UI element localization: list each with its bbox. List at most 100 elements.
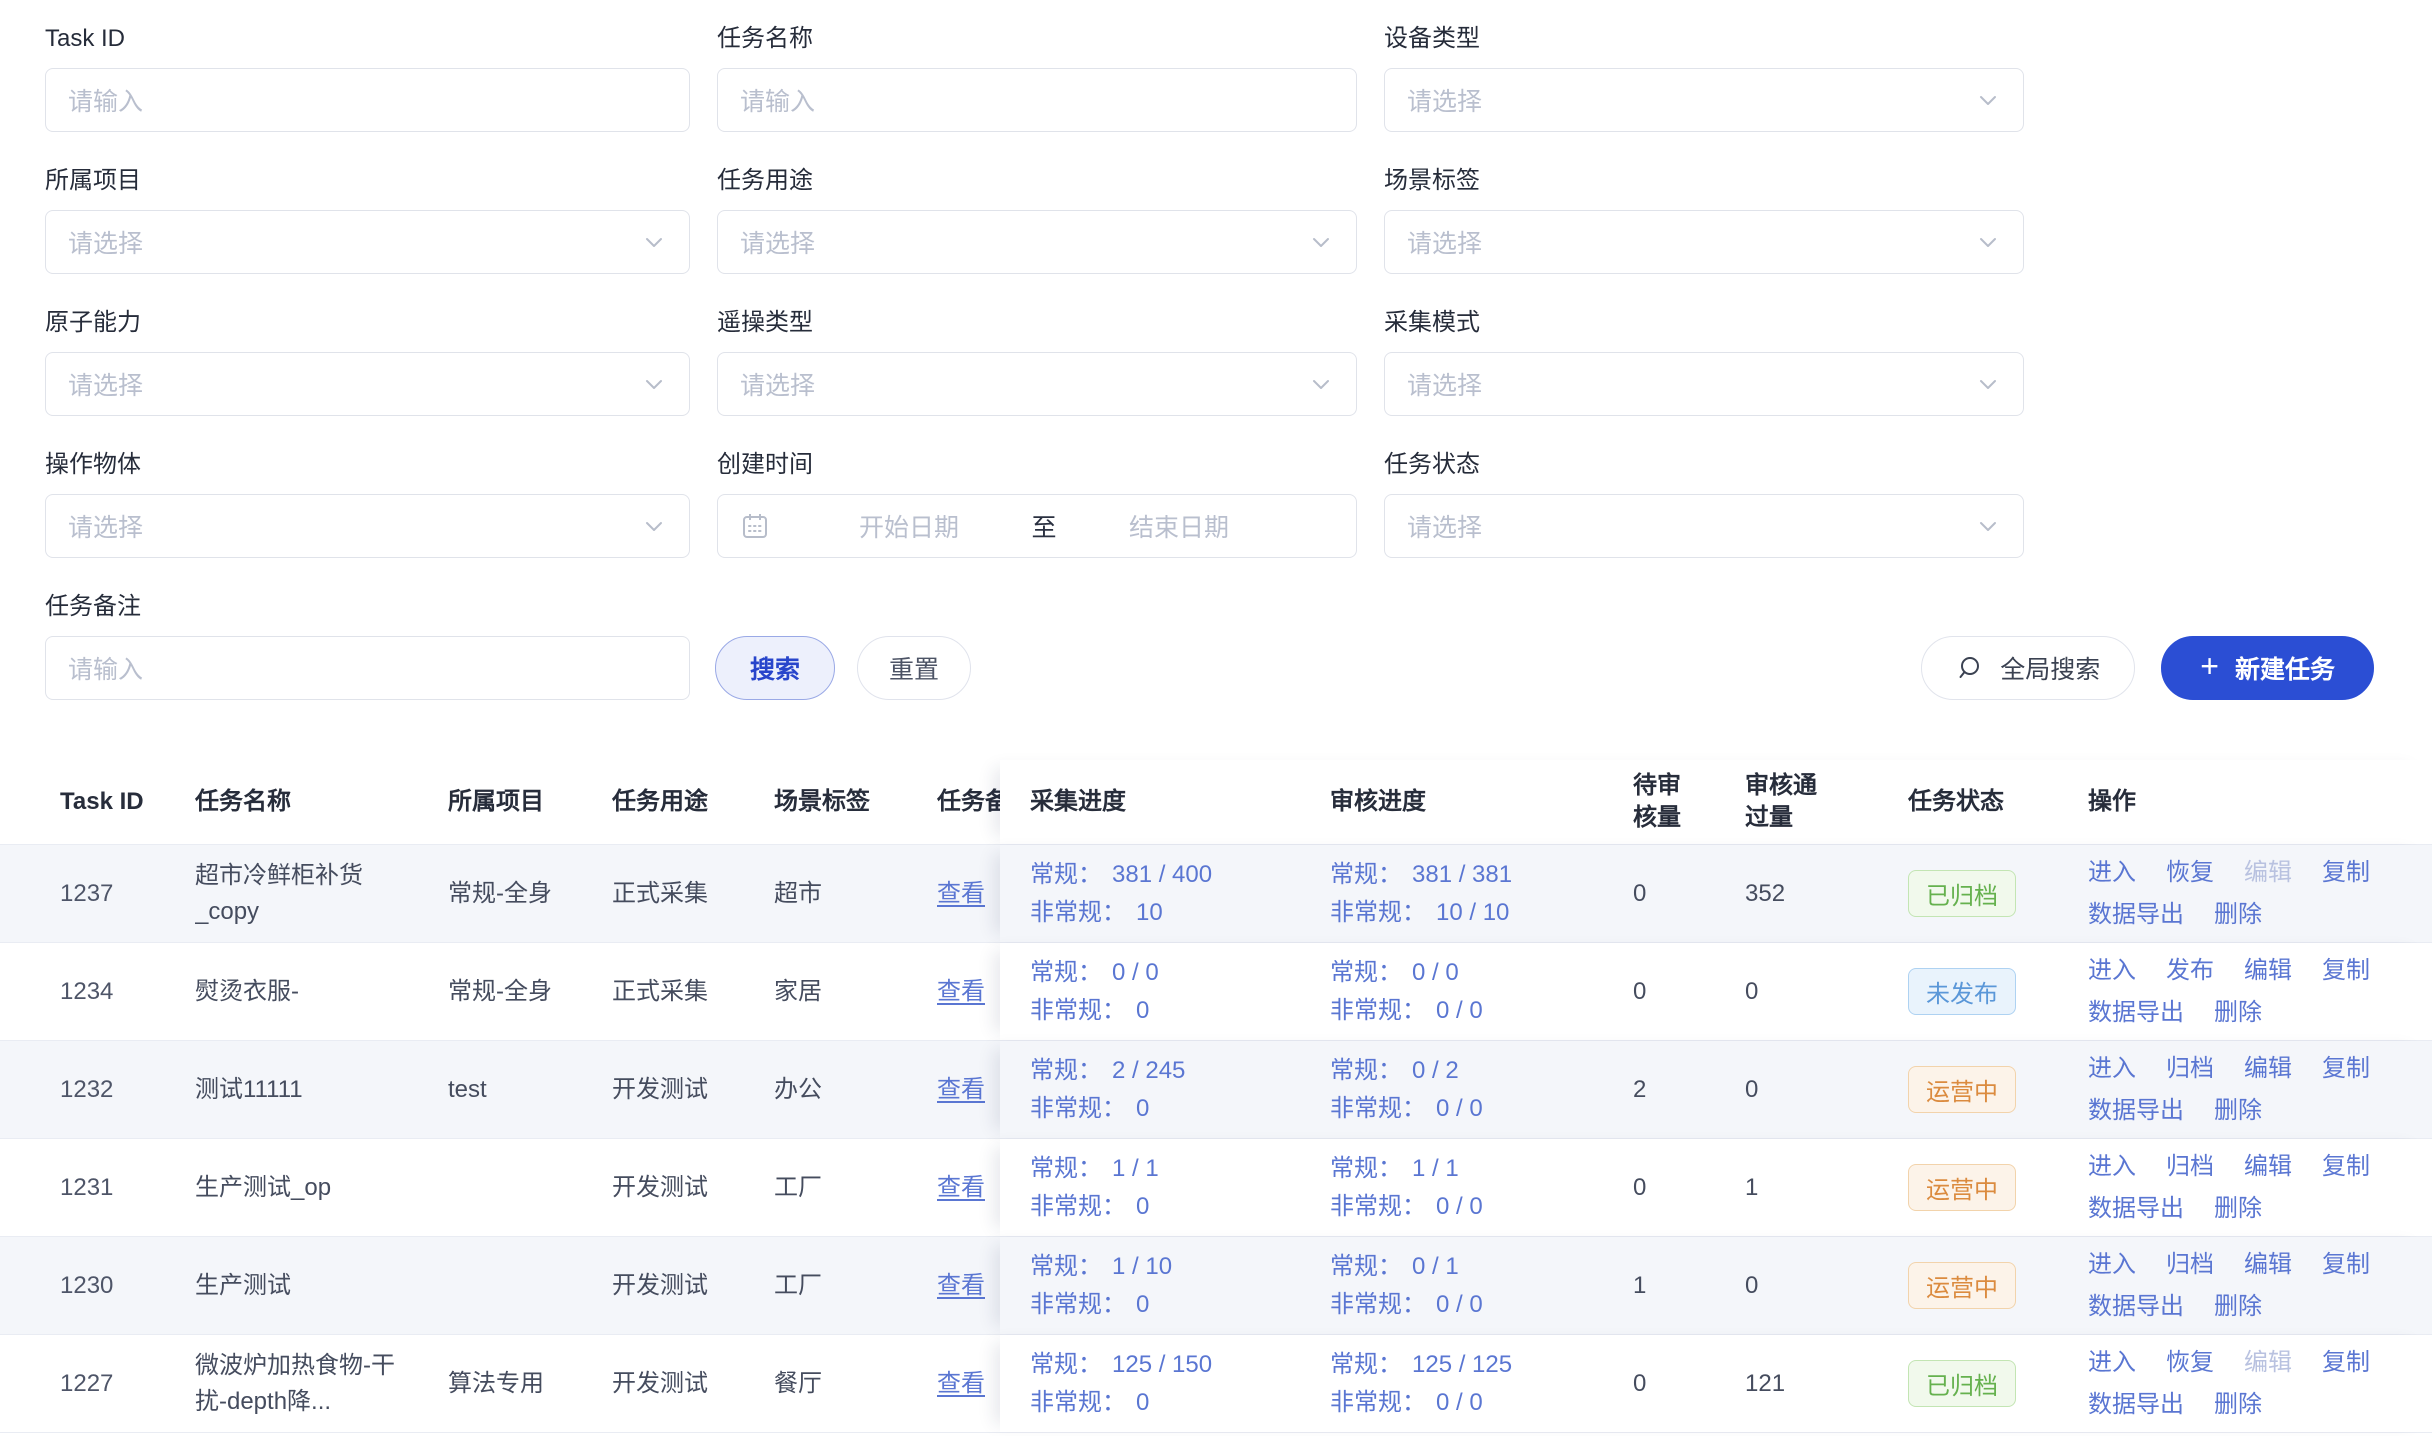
action-link[interactable]: 发布 (2166, 954, 2214, 988)
status-badge: 运营中 (1908, 1066, 2016, 1113)
action-link[interactable]: 进入 (2088, 1248, 2136, 1282)
cell-collect-progress: 常规：1 / 10 非常规：0 (1030, 1248, 1330, 1324)
filter-label: 创建时间 (717, 450, 1357, 480)
cell-approved-count: 0 (1745, 1272, 1908, 1300)
action-link[interactable]: 数据导出 (2088, 1290, 2184, 1324)
action-link[interactable]: 复制 (2322, 856, 2370, 890)
remark-view-link[interactable]: 查看 (937, 1076, 985, 1103)
select-input[interactable]: 请选择 (1384, 494, 2024, 558)
cell-collect-progress: 常规：1 / 1 非常规：0 (1030, 1150, 1330, 1226)
filter-grid: Task ID 请输入 任务名称 请输入 设备类型 请选择 所属项目 请选择 任… (45, 24, 2432, 558)
chevron-down-icon (1975, 371, 2001, 397)
cell-actions: 进入归档编辑复制数据导出删除 (2088, 1248, 2402, 1324)
cell-actions: 进入发布编辑复制数据导出删除 (2088, 954, 2402, 1030)
table-row: 1230 生产测试 开发测试 工厂 查看 常规：1 / 10 非常规：0 常规：… (0, 1237, 2432, 1335)
remark-view-link[interactable]: 查看 (937, 1174, 985, 1201)
action-link[interactable]: 进入 (2088, 856, 2136, 890)
select-input[interactable]: 请选择 (1384, 352, 2024, 416)
select-placeholder: 请选择 (68, 508, 641, 544)
cell-approved-count: 121 (1745, 1370, 1908, 1398)
action-link[interactable]: 进入 (2088, 1052, 2136, 1086)
select-input[interactable]: 请选择 (1384, 210, 2024, 274)
action-link[interactable]: 数据导出 (2088, 1192, 2184, 1226)
daterange-input[interactable]: 开始日期 至 结束日期 (717, 494, 1357, 558)
action-link[interactable]: 复制 (2322, 1248, 2370, 1282)
filter-field-6: 场景标签 请选择 (1384, 166, 2024, 274)
action-link[interactable]: 复制 (2322, 1346, 2370, 1380)
col-task-id: Task ID (0, 786, 195, 818)
action-link[interactable]: 数据导出 (2088, 898, 2184, 932)
input-placeholder: 请输入 (68, 82, 667, 118)
action-link[interactable]: 进入 (2088, 1346, 2136, 1380)
action-link[interactable]: 归档 (2166, 1248, 2214, 1282)
action-link[interactable]: 删除 (2214, 898, 2262, 932)
cell-purpose: 开发测试 (612, 1366, 774, 1402)
action-link[interactable]: 编辑 (2244, 1052, 2292, 1086)
filter-field-13: 任务备注 请输入 (45, 592, 690, 700)
remark-view-link[interactable]: 查看 (937, 1272, 985, 1299)
filter-field-8: 遥操类型 请选择 (717, 308, 1357, 416)
end-date-placeholder[interactable]: 结束日期 (1074, 508, 1284, 544)
select-input[interactable]: 请选择 (717, 210, 1357, 274)
select-input[interactable]: 请选择 (45, 352, 690, 416)
action-link[interactable]: 编辑 (2244, 954, 2292, 988)
new-task-button[interactable]: + 新建任务 (2161, 636, 2374, 700)
chevron-down-icon (1975, 229, 2001, 255)
cell-review-progress: 常规：381 / 381 非常规：10 / 10 (1330, 856, 1633, 932)
start-date-placeholder[interactable]: 开始日期 (804, 508, 1014, 544)
action-link[interactable]: 数据导出 (2088, 996, 2184, 1030)
action-link[interactable]: 删除 (2214, 1192, 2262, 1226)
status-badge: 已归档 (1908, 870, 2016, 917)
search-button[interactable]: 搜索 (715, 636, 835, 700)
filter-field-12: 任务状态 请选择 (1384, 450, 2024, 558)
cell-purpose: 开发测试 (612, 1072, 774, 1108)
action-link[interactable]: 编辑 (2244, 1248, 2292, 1282)
action-link[interactable]: 删除 (2214, 1290, 2262, 1324)
cell-scene: 超市 (774, 876, 937, 912)
action-link[interactable]: 数据导出 (2088, 1094, 2184, 1128)
cell-collect-progress: 常规：0 / 0 非常规：0 (1030, 954, 1330, 1030)
select-input[interactable]: 请选择 (1384, 68, 2024, 132)
action-link[interactable]: 删除 (2214, 1388, 2262, 1422)
action-link[interactable]: 编辑 (2244, 1150, 2292, 1184)
action-link[interactable]: 归档 (2166, 1150, 2214, 1184)
cell-project: test (448, 1072, 612, 1108)
cell-scene: 工厂 (774, 1170, 937, 1206)
cell-task-name: 超市冷鲜柜补货_copy (195, 858, 448, 930)
action-link[interactable]: 进入 (2088, 954, 2136, 988)
action-link[interactable]: 进入 (2088, 1150, 2136, 1184)
col-approved: 审核通过量 (1745, 770, 1908, 834)
reset-button[interactable]: 重置 (857, 636, 971, 700)
text-input[interactable]: 请输入 (45, 636, 690, 700)
action-link[interactable]: 复制 (2322, 954, 2370, 988)
action-link[interactable]: 复制 (2322, 1150, 2370, 1184)
cell-pending-count: 0 (1633, 880, 1745, 908)
action-link[interactable]: 恢复 (2166, 1346, 2214, 1380)
action-link[interactable]: 恢复 (2166, 856, 2214, 890)
status-badge: 运营中 (1908, 1164, 2016, 1211)
cell-task-name: 生产测试 (195, 1268, 448, 1304)
global-search-button[interactable]: 全局搜索 (1921, 636, 2135, 700)
select-input[interactable]: 请选择 (45, 494, 690, 558)
remark-view-link[interactable]: 查看 (937, 978, 985, 1005)
text-input[interactable]: 请输入 (717, 68, 1357, 132)
cell-scene: 家居 (774, 974, 937, 1010)
text-input[interactable]: 请输入 (45, 68, 690, 132)
action-link[interactable]: 删除 (2214, 1094, 2262, 1128)
chevron-down-icon (1975, 513, 2001, 539)
select-placeholder: 请选择 (68, 224, 641, 260)
col-project: 所属项目 (448, 786, 612, 818)
action-link[interactable]: 归档 (2166, 1052, 2214, 1086)
cell-task-name: 测试11111 (195, 1072, 448, 1108)
action-link[interactable]: 数据导出 (2088, 1388, 2184, 1422)
action-link[interactable]: 复制 (2322, 1052, 2370, 1086)
col-collect-progress: 采集进度 (1030, 786, 1330, 818)
remark-view-link[interactable]: 查看 (937, 880, 985, 907)
table-row: 1234 熨烫衣服- 常规-全身 正式采集 家居 查看 常规：0 / 0 非常规… (0, 943, 2432, 1041)
cell-task-id: 1231 (0, 1170, 195, 1206)
action-link[interactable]: 删除 (2214, 996, 2262, 1030)
remark-view-link[interactable]: 查看 (937, 1370, 985, 1397)
select-input[interactable]: 请选择 (717, 352, 1357, 416)
select-input[interactable]: 请选择 (45, 210, 690, 274)
cell-actions: 进入恢复编辑复制数据导出删除 (2088, 856, 2402, 932)
